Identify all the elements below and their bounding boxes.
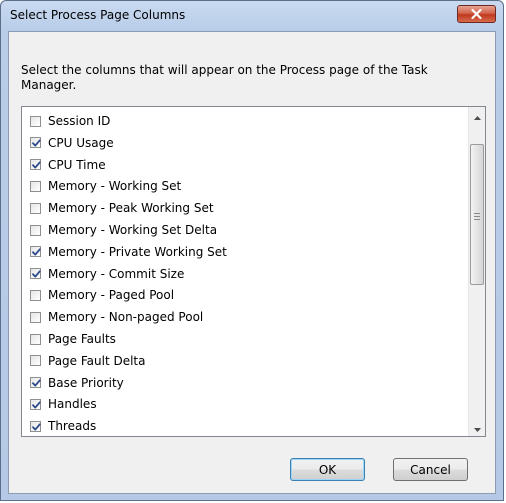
scrollbar-thumb[interactable] xyxy=(470,144,484,285)
column-option[interactable]: Handles xyxy=(30,395,97,413)
checkmark-icon xyxy=(32,248,41,256)
close-button[interactable] xyxy=(457,5,496,23)
ok-button[interactable]: OK xyxy=(290,458,365,481)
column-checkbox[interactable] xyxy=(30,159,41,171)
column-option-label: Base Priority xyxy=(48,375,124,390)
column-option-label: Memory - Paged Pool xyxy=(48,288,175,303)
scroll-up-arrow-icon xyxy=(474,109,481,123)
column-option-label: Threads xyxy=(48,419,97,434)
column-checkbox[interactable] xyxy=(30,377,41,389)
column-option[interactable]: Memory - Working Set Delta xyxy=(30,221,217,239)
column-option[interactable]: Session ID xyxy=(30,112,110,130)
checkmark-icon xyxy=(32,161,41,169)
vertical-scrollbar[interactable] xyxy=(468,107,485,436)
close-icon xyxy=(471,9,482,19)
column-option-label: Page Fault Delta xyxy=(48,353,146,368)
column-checkbox[interactable] xyxy=(30,246,41,258)
column-option-label: Memory - Working Set xyxy=(48,179,182,194)
column-checkbox[interactable] xyxy=(30,180,41,192)
columns-list[interactable]: Session ID CPU Usage CPU Time Memory - Work… xyxy=(21,106,486,437)
column-option[interactable]: Memory - Working Set xyxy=(30,177,181,195)
column-option[interactable]: Base Priority xyxy=(30,374,124,392)
column-checkbox[interactable] xyxy=(30,311,41,323)
column-option-label: CPU Usage xyxy=(48,135,114,150)
column-option[interactable]: CPU Time xyxy=(30,156,106,174)
column-checkbox[interactable] xyxy=(30,115,41,127)
scroll-down-arrow-icon xyxy=(474,421,481,435)
column-option-label: CPU Time xyxy=(48,157,106,172)
scroll-up-button[interactable] xyxy=(469,107,486,124)
column-checkbox[interactable] xyxy=(30,420,41,432)
checkmark-icon xyxy=(32,270,41,278)
column-option[interactable]: Page Faults xyxy=(30,330,116,348)
column-checkbox[interactable] xyxy=(30,268,41,280)
column-option[interactable]: Memory - Private Working Set xyxy=(30,243,227,261)
column-option[interactable]: Threads xyxy=(30,417,96,435)
column-checkbox[interactable] xyxy=(30,355,41,367)
column-checkbox[interactable] xyxy=(30,202,41,214)
dialog-window: Select Process Page Columns Select the c… xyxy=(0,0,504,501)
column-option[interactable]: Page Fault Delta xyxy=(30,352,146,370)
column-option[interactable]: CPU Usage xyxy=(30,134,114,152)
column-checkbox[interactable] xyxy=(30,289,41,301)
dialog-client-area: Select the columns that will appear on t… xyxy=(8,31,496,494)
checkmark-icon xyxy=(32,379,41,387)
column-checkbox[interactable] xyxy=(30,224,41,236)
title-bar[interactable]: Select Process Page Columns xyxy=(1,1,503,31)
column-option-label: Memory - Non-paged Pool xyxy=(48,310,204,325)
checkmark-icon xyxy=(32,139,41,147)
dialog-title: Select Process Page Columns xyxy=(10,8,186,22)
column-option[interactable]: Memory - Peak Working Set xyxy=(30,199,214,217)
column-option[interactable]: Memory - Paged Pool xyxy=(30,286,174,304)
column-option-label: Memory - Working Set Delta xyxy=(48,223,218,237)
column-option-label: Memory - Peak Working Set xyxy=(48,201,214,216)
checkmark-icon xyxy=(32,423,41,431)
column-option-label: Handles xyxy=(48,397,97,412)
column-checkbox[interactable] xyxy=(30,333,41,345)
description-text: Select the columns that will appear on t… xyxy=(21,63,428,92)
checkmark-icon xyxy=(32,401,41,409)
cancel-button[interactable]: Cancel xyxy=(393,458,468,481)
column-checkbox[interactable] xyxy=(30,137,41,149)
column-option-label: Memory - Commit Size xyxy=(48,266,185,281)
scrollbar-grip-icon xyxy=(474,209,480,220)
scroll-down-button[interactable] xyxy=(469,419,486,436)
column-checkbox[interactable] xyxy=(30,398,41,410)
column-option-label: Session ID xyxy=(48,114,111,128)
column-option[interactable]: Memory - Commit Size xyxy=(30,265,184,283)
column-option-label: Page Faults xyxy=(48,332,116,346)
column-option-label: Memory - Private Working Set xyxy=(48,244,227,259)
column-option[interactable]: Memory - Non-paged Pool xyxy=(30,308,203,326)
